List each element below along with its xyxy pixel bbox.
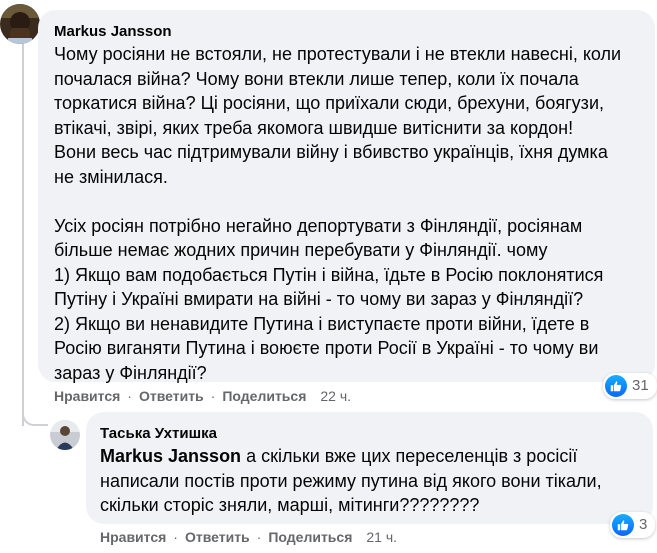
reply-button[interactable]: Ответить <box>185 529 250 545</box>
comment-text: Markus Jansson а скільки вже цих пересел… <box>100 444 645 518</box>
reaction-summary[interactable]: 3 <box>610 512 656 538</box>
separator-dot: · <box>173 529 178 545</box>
like-button[interactable]: Нравится <box>100 529 166 545</box>
thread-line-branch <box>22 400 48 426</box>
user-avatar-icon <box>50 420 80 450</box>
avatar[interactable] <box>0 4 40 44</box>
share-button[interactable]: Поделиться <box>222 388 306 404</box>
comment-author[interactable]: Markus Jansson <box>54 22 172 41</box>
comment-timestamp[interactable]: 22 ч. <box>320 388 351 404</box>
reaction-count: 31 <box>632 377 649 394</box>
share-button[interactable]: Поделиться <box>268 529 352 545</box>
separator-dot: · <box>256 529 262 545</box>
thread-line <box>22 40 24 426</box>
reaction-summary[interactable]: 31 <box>603 373 657 399</box>
comment-actions: Нравится · Ответить · Поделиться 22 ч. <box>54 386 351 406</box>
mention-link[interactable]: Markus Jansson <box>100 446 241 466</box>
user-avatar-icon <box>0 4 40 44</box>
comment-author[interactable]: Таська Ухтишка <box>100 424 217 443</box>
like-icon <box>605 375 627 397</box>
comment-timestamp[interactable]: 21 ч. <box>366 529 397 545</box>
reply-bubble: Таська Ухтишка Markus Jansson а скільки … <box>86 412 653 524</box>
reply-button[interactable]: Ответить <box>139 388 204 404</box>
comment-actions: Нравится · Ответить · Поделиться 21 ч. <box>100 527 397 547</box>
comment-text: Чому росіяни не встояли, не протестували… <box>54 44 622 383</box>
avatar[interactable] <box>50 420 80 450</box>
separator-dot: · <box>127 388 132 404</box>
reaction-count: 3 <box>639 516 648 533</box>
like-button[interactable]: Нравится <box>54 388 120 404</box>
like-icon <box>612 514 634 536</box>
comment-bubble: Markus Jansson Чому росіяни не встояли, … <box>38 10 655 383</box>
separator-dot: · <box>210 388 216 404</box>
cut-off-previous-content <box>0 0 657 4</box>
